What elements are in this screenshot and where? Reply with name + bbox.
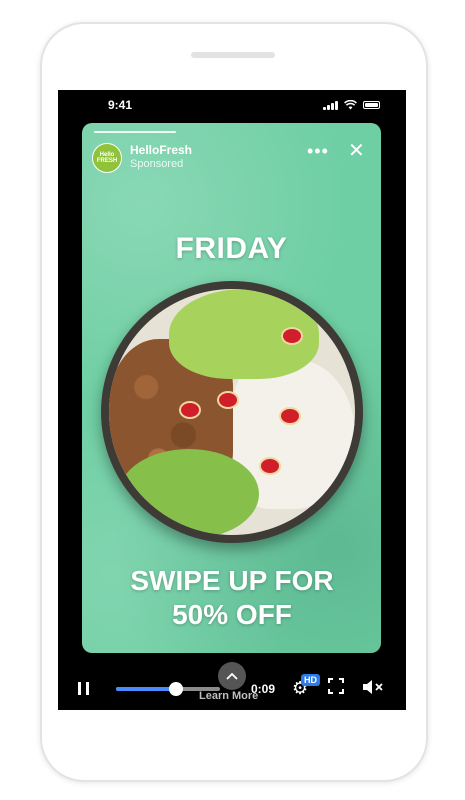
story-progress-bar bbox=[94, 131, 176, 133]
status-icons bbox=[323, 99, 380, 111]
phone-speaker bbox=[191, 52, 275, 58]
signal-icon bbox=[323, 100, 338, 110]
battery-icon bbox=[363, 101, 380, 109]
seek-bar-fill bbox=[116, 687, 177, 691]
close-icon[interactable]: ✕ bbox=[348, 141, 365, 161]
brand-logo[interactable]: Hello FRESH bbox=[92, 143, 122, 173]
sponsored-label: Sponsored bbox=[130, 158, 184, 170]
more-options-icon[interactable]: ••• bbox=[307, 142, 329, 160]
story-ad[interactable]: Hello FRESH HelloFresh Sponsored ••• ✕ F… bbox=[82, 123, 381, 653]
headline-top: FRIDAY bbox=[175, 232, 288, 265]
status-time: 9:41 bbox=[108, 98, 133, 112]
video-controls: Learn More 0:09 ⚙ HD bbox=[58, 662, 406, 708]
status-bar: 9:41 bbox=[58, 90, 406, 120]
fullscreen-icon[interactable] bbox=[328, 678, 344, 694]
pause-icon[interactable] bbox=[78, 682, 90, 695]
seek-thumb[interactable] bbox=[169, 682, 184, 696]
phone-screen: 9:41 Hello FRESH HelloFresh Sponsored ••… bbox=[58, 90, 406, 710]
headline-bottom: SWIPE UP FOR 50% OFF bbox=[130, 565, 334, 630]
chevron-up-icon[interactable] bbox=[218, 662, 246, 690]
hd-badge: HD bbox=[301, 674, 320, 686]
wifi-icon bbox=[344, 100, 357, 110]
food-bowl-image bbox=[101, 281, 363, 543]
video-timecode: 0:09 bbox=[251, 682, 276, 696]
mute-icon[interactable] bbox=[362, 678, 384, 696]
brand-name[interactable]: HelloFresh bbox=[130, 143, 192, 157]
learn-more-label[interactable]: Learn More bbox=[199, 690, 258, 702]
